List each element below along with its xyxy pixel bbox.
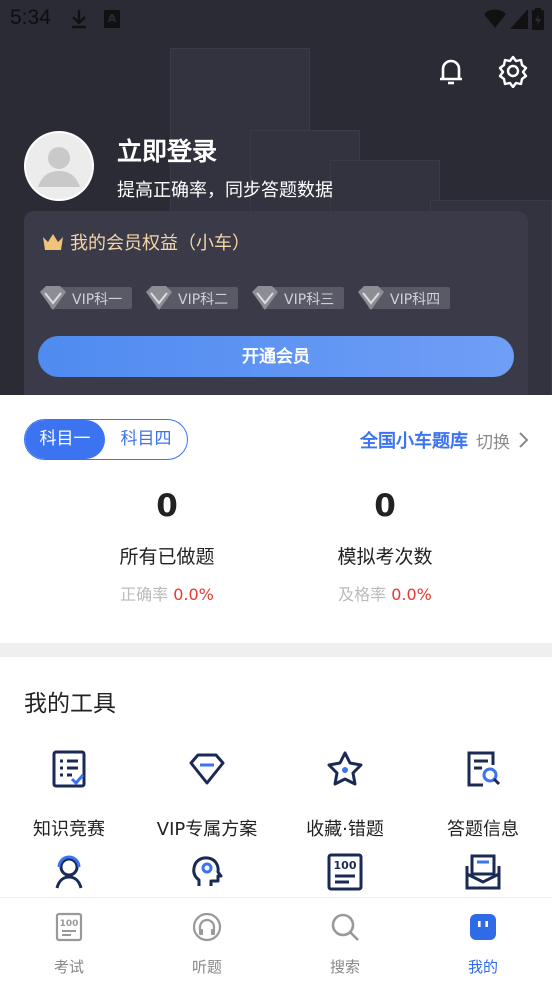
stat-rate: 正确率 0.0% bbox=[77, 581, 257, 605]
status-bar: 5:34 A bbox=[0, 0, 552, 38]
avatar[interactable] bbox=[24, 131, 94, 201]
battery-icon bbox=[532, 8, 544, 30]
tab-label: 搜索 bbox=[329, 958, 360, 976]
question-bank-switch[interactable]: 切换 bbox=[476, 428, 510, 453]
tool-answer-info[interactable]: 答题信息 bbox=[414, 749, 552, 841]
tool-favorites-mistakes[interactable]: 收藏·错题 bbox=[276, 749, 414, 841]
download-icon bbox=[72, 10, 86, 29]
tool-item[interactable] bbox=[138, 852, 276, 896]
svg-text:100: 100 bbox=[334, 859, 357, 872]
status-time: 5:34 bbox=[10, 6, 51, 29]
exam-icon: 100 bbox=[55, 912, 83, 942]
accessibility-icon: A bbox=[104, 10, 120, 28]
vip-tag-label: VIP科三 bbox=[284, 292, 335, 308]
svg-text:100: 100 bbox=[60, 919, 79, 929]
vip-tag-label: VIP科四 bbox=[390, 292, 441, 308]
vip-tag: VIP科二 bbox=[144, 284, 240, 312]
vip-tag: VIP科四 bbox=[356, 284, 452, 312]
person-support-icon bbox=[55, 855, 83, 889]
quiz-list-icon bbox=[52, 750, 86, 788]
head-brain-icon bbox=[192, 856, 223, 886]
diamond-badge-icon bbox=[252, 286, 278, 310]
stat-label: 模拟考次数 bbox=[337, 546, 433, 568]
login-subtitle: 提高正确率，同步答题数据 bbox=[117, 180, 333, 201]
rate-label: 正确率 bbox=[120, 585, 169, 604]
mine-icon bbox=[470, 914, 496, 940]
question-bank-name[interactable]: 全国小车题库 bbox=[360, 427, 468, 453]
crown-icon bbox=[43, 234, 63, 250]
tool-item[interactable] bbox=[414, 852, 552, 896]
tab-label: 考试 bbox=[53, 958, 84, 976]
open-vip-button[interactable]: 开通会员 bbox=[38, 336, 514, 377]
tab-exam[interactable]: 100 考试 bbox=[0, 898, 138, 983]
tools-title: 我的工具 bbox=[24, 691, 116, 717]
rate-label: 及格率 bbox=[338, 585, 387, 604]
wifi-icon bbox=[484, 9, 506, 28]
question-bank-selector[interactable]: 全国小车题库 切换 bbox=[360, 427, 530, 453]
vip-tag: VIP科一 bbox=[38, 284, 134, 312]
subject-switch: 科目一 科目四 bbox=[24, 419, 188, 460]
app-root: 5:34 A 立即登录 提高正确率，同步答题数据 我的会员权益（小车） VIP科… bbox=[0, 0, 552, 983]
gear-icon[interactable] bbox=[496, 54, 530, 88]
bottom-tab-bar: 100 考试 听题 搜索 我的 bbox=[0, 897, 552, 983]
diamond-icon bbox=[189, 753, 225, 785]
rate-value: 0.0% bbox=[391, 585, 432, 604]
signal-icon bbox=[510, 9, 528, 29]
subject-tab-active[interactable]: 科目一 bbox=[25, 420, 105, 459]
score-100-icon: 100 bbox=[327, 853, 363, 891]
section-divider bbox=[0, 643, 552, 657]
tab-label: 我的 bbox=[467, 958, 498, 976]
stat-value: 0 bbox=[374, 488, 396, 524]
stat-done[interactable]: 0 所有已做题 正确率 0.0% bbox=[77, 488, 257, 605]
tool-vip-plan[interactable]: VIP专属方案 bbox=[138, 749, 276, 841]
star-icon bbox=[327, 751, 363, 786]
subject-tab-inactive[interactable]: 科目四 bbox=[105, 420, 187, 459]
mail-tray-icon bbox=[465, 854, 501, 890]
vip-tag-label: VIP科二 bbox=[178, 292, 229, 308]
vip-title-text: 我的会员权益（小车） bbox=[70, 233, 250, 254]
stat-label: 所有已做题 bbox=[119, 546, 215, 568]
diamond-badge-icon bbox=[358, 286, 384, 310]
tool-label: 答题信息 bbox=[447, 819, 519, 840]
tool-label: 收藏·错题 bbox=[306, 819, 384, 840]
headphone-icon bbox=[192, 912, 222, 942]
search-icon bbox=[331, 913, 359, 941]
diamond-badge-icon bbox=[40, 286, 66, 310]
default-avatar-icon bbox=[26, 133, 92, 199]
vip-tag-list: VIP科一 VIP科二 VIP科三 VIP科四 bbox=[38, 284, 452, 312]
vip-benefits-title: 我的会员权益（小车） bbox=[42, 229, 250, 255]
tool-knowledge-contest[interactable]: 知识竞赛 bbox=[0, 749, 138, 841]
tool-label: VIP专属方案 bbox=[156, 819, 258, 840]
stat-mock-exam[interactable]: 0 模拟考次数 及格率 0.0% bbox=[295, 488, 475, 605]
rate-value: 0.0% bbox=[173, 585, 214, 604]
status-right bbox=[484, 8, 544, 30]
vip-tag: VIP科三 bbox=[250, 284, 346, 312]
login-title[interactable]: 立即登录 bbox=[117, 132, 217, 168]
chevron-right-icon bbox=[519, 432, 529, 448]
stat-value: 0 bbox=[156, 488, 178, 524]
tab-label: 听题 bbox=[191, 958, 222, 976]
stat-rate: 及格率 0.0% bbox=[295, 581, 475, 605]
diamond-badge-icon bbox=[146, 286, 172, 310]
vip-tag-label: VIP科一 bbox=[72, 292, 123, 308]
tool-label: 知识竞赛 bbox=[33, 819, 105, 840]
bell-icon[interactable] bbox=[434, 54, 468, 88]
tool-item[interactable] bbox=[0, 852, 138, 896]
tab-search[interactable]: 搜索 bbox=[276, 898, 414, 983]
tab-listen[interactable]: 听题 bbox=[138, 898, 276, 983]
document-search-icon bbox=[467, 751, 501, 787]
tab-mine[interactable]: 我的 bbox=[414, 898, 552, 983]
tool-item[interactable]: 100 bbox=[276, 852, 414, 896]
